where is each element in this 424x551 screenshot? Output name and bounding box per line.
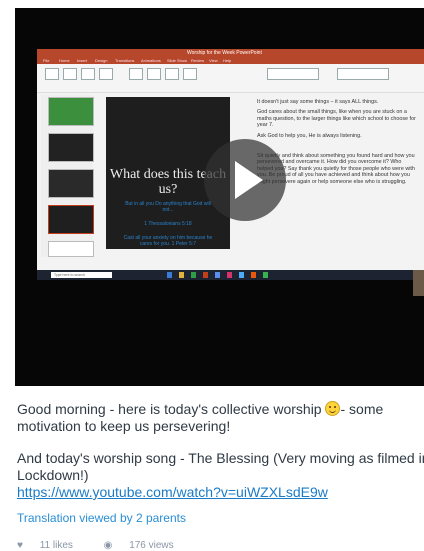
taskbar-app-icon <box>203 272 208 278</box>
ribbon-button-icon <box>45 68 59 80</box>
ppt-titlebar: Worship for the Week PowerPoint <box>37 49 424 58</box>
slide-thumbnail <box>48 133 94 162</box>
ribbon-button-icon <box>63 68 77 80</box>
slide-verse-2: Cast all your anxiety on him because he … <box>123 235 213 247</box>
ribbon-button-icon <box>129 68 143 80</box>
taskbar-app-icon <box>191 272 196 278</box>
youtube-link[interactable]: https://www.youtube.com/watch?v=uiWZXLsd… <box>17 484 328 500</box>
windows-taskbar: Type here to search <box>37 270 424 280</box>
ppt-ribbon <box>37 64 424 93</box>
translation-status[interactable]: Translation viewed by 2 parents <box>17 511 186 525</box>
note-paragraph: God cares about the small things, like w… <box>257 109 416 129</box>
taskbar-app-icon <box>239 272 244 278</box>
ribbon-button-icon <box>183 68 197 80</box>
video-player[interactable]: Worship for the Week PowerPoint File Hom… <box>15 8 424 386</box>
ribbon-group-icon <box>267 68 319 80</box>
smiley-emoji-icon <box>325 401 341 416</box>
taskbar-app-icon <box>167 272 172 278</box>
ribbon-button-icon <box>165 68 179 80</box>
taskbar-search: Type here to search <box>51 272 112 278</box>
taskbar-app-icon <box>179 272 184 278</box>
taskbar-app-icon <box>227 272 232 278</box>
taskbar-app-icon <box>263 272 268 278</box>
play-button[interactable] <box>204 139 286 221</box>
post-text: Good morning - here is today's collectiv… <box>17 401 322 417</box>
slide-verse-ref: 1 Thessalonians 5:18 <box>144 221 192 227</box>
taskbar-app-icon <box>215 272 220 278</box>
post-text: - some <box>340 401 384 417</box>
post-text-line-4: Lockdown!) <box>17 467 89 483</box>
likes-count[interactable]: ♥ 11 likes <box>17 540 87 551</box>
webcam-thumbnail <box>413 270 424 296</box>
ribbon-button-icon <box>99 68 113 80</box>
ribbon-button-icon <box>81 68 95 80</box>
views-label: 176 views <box>129 540 174 551</box>
post-stats: ♥ 11 likes ◉ 176 views <box>17 540 202 551</box>
slide-thumbnails <box>41 95 94 257</box>
ribbon-group-icon <box>337 68 389 80</box>
taskbar-app-icon <box>251 272 256 278</box>
play-icon <box>235 161 263 199</box>
eye-icon: ◉ <box>103 540 113 551</box>
post-text-line-2: motivation to keep us persevering! <box>17 418 231 434</box>
post-text-line-1: Good morning - here is today's collectiv… <box>17 401 424 419</box>
slide-thumbnail <box>48 97 94 126</box>
post-text-line-3: And today's worship song - The Blessing … <box>17 450 424 466</box>
slide-thumbnail <box>48 241 94 257</box>
likes-label: 11 likes <box>39 540 73 551</box>
slide-verse-1: But in all you Do anything that God will… <box>125 201 211 213</box>
note-paragraph: Ask God to help you, He is always listen… <box>257 132 362 139</box>
ribbon-button-icon <box>147 68 161 80</box>
slide-thumbnail <box>48 169 94 198</box>
heart-icon: ♥ <box>17 540 23 551</box>
slide-thumbnail-selected <box>48 205 94 234</box>
note-paragraph: It doesn't just say some things – it say… <box>257 99 379 105</box>
views-count: ◉ 176 views <box>104 540 188 551</box>
ppt-app-title: Worship for the Week PowerPoint <box>187 50 262 56</box>
